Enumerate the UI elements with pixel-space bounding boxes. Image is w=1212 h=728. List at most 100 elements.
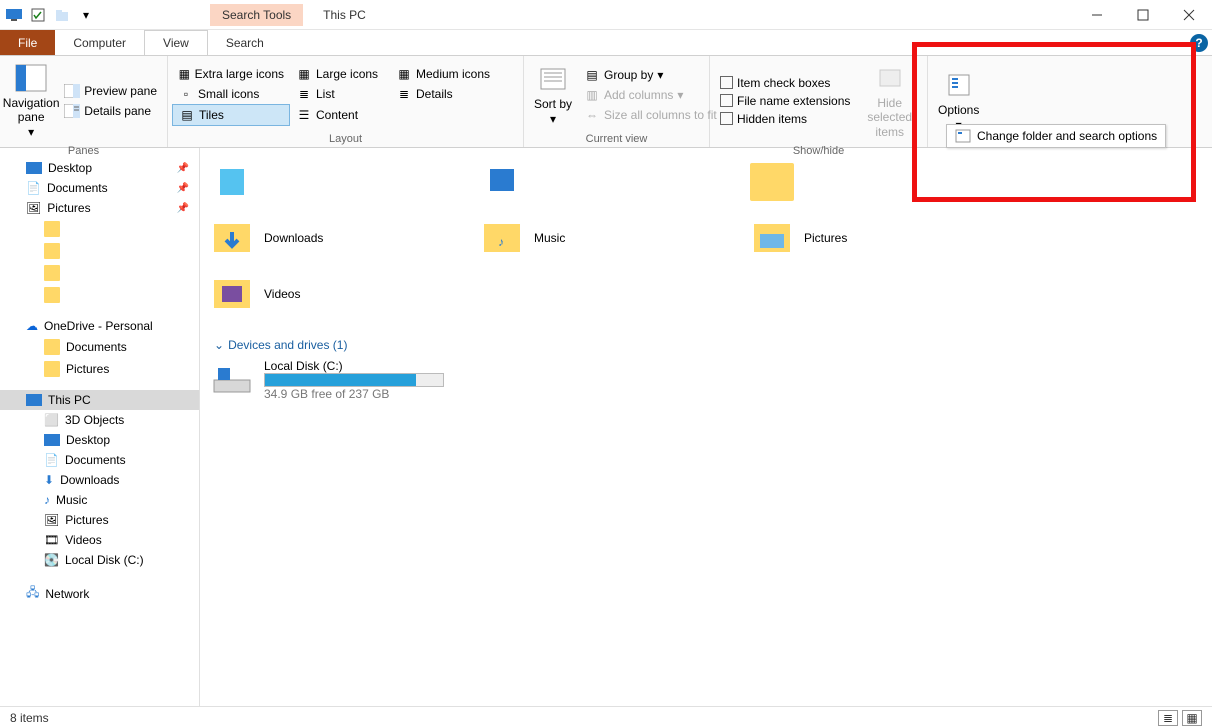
size-columns-button[interactable]: ⇔Size all columns to fit bbox=[578, 105, 723, 125]
tab-file[interactable]: File bbox=[0, 30, 55, 55]
layout-small[interactable]: ▫Small icons bbox=[172, 84, 290, 104]
quick-access-toolbar: ▾ bbox=[0, 5, 100, 25]
layout-tiles[interactable]: ▤Tiles bbox=[172, 104, 290, 126]
tree-pc-music[interactable]: ♪Music bbox=[0, 490, 199, 510]
desktop-icon bbox=[44, 434, 60, 446]
tile-music[interactable]: ♪Music bbox=[480, 216, 710, 260]
onedrive-icon: ☁ bbox=[26, 319, 38, 333]
folders-row-partial bbox=[210, 154, 1202, 210]
maximize-button[interactable] bbox=[1120, 0, 1166, 30]
qat-properties-icon[interactable] bbox=[28, 5, 48, 25]
tree-desktop[interactable]: Desktop📌 bbox=[0, 158, 199, 178]
group-show-hide: Item check boxes File name extensions Hi… bbox=[710, 56, 928, 147]
navigation-tree[interactable]: Desktop📌 📄Documents📌 🖼Pictures📌 ☁OneDriv… bbox=[0, 148, 200, 706]
pin-icon: 📌 bbox=[177, 203, 189, 214]
item-checkboxes-toggle[interactable]: Item check boxes bbox=[714, 74, 856, 92]
tile-local-disk[interactable]: Local Disk (C:) 34.9 GB free of 237 GB bbox=[210, 358, 510, 402]
folder-icon bbox=[44, 361, 60, 377]
tree-onedrive[interactable]: ☁OneDrive - Personal bbox=[0, 316, 199, 336]
tab-view[interactable]: View bbox=[144, 30, 208, 55]
tree-this-pc[interactable]: This PC bbox=[0, 390, 199, 410]
qat-new-folder-icon[interactable] bbox=[52, 5, 72, 25]
tree-item[interactable] bbox=[0, 284, 199, 306]
view-details-toggle[interactable]: ≣ bbox=[1158, 710, 1178, 726]
tab-search[interactable]: Search bbox=[208, 30, 282, 55]
tree-item[interactable] bbox=[0, 218, 199, 240]
tree-network[interactable]: 🖧Network bbox=[0, 580, 199, 607]
help-icon[interactable]: ? bbox=[1190, 34, 1208, 52]
tree-pc-videos[interactable]: 🎞Videos bbox=[0, 530, 199, 550]
titlebar: ▾ Search Tools This PC bbox=[0, 0, 1212, 30]
minimize-button[interactable] bbox=[1074, 0, 1120, 30]
close-button[interactable] bbox=[1166, 0, 1212, 30]
layout-details[interactable]: ≣Details bbox=[390, 84, 508, 104]
tree-local-disk[interactable]: 💽Local Disk (C:) bbox=[0, 550, 199, 570]
tree-item[interactable] bbox=[0, 262, 199, 284]
pc-icon bbox=[26, 394, 42, 406]
documents-icon: 📄 bbox=[44, 453, 59, 467]
change-folder-options-label: Change folder and search options bbox=[977, 129, 1157, 143]
network-icon: 🖧 bbox=[26, 583, 39, 604]
local-disk-label: Local Disk (C:) bbox=[264, 359, 444, 373]
tile-cut[interactable] bbox=[480, 160, 710, 204]
hidden-items-toggle[interactable]: Hidden items bbox=[714, 110, 856, 128]
status-item-count: 8 items bbox=[10, 711, 49, 725]
layout-medium[interactable]: ▦Medium icons bbox=[390, 64, 508, 84]
tree-documents[interactable]: 📄Documents📌 bbox=[0, 178, 199, 198]
tile-videos[interactable]: Videos bbox=[210, 272, 440, 316]
tree-item[interactable] bbox=[0, 240, 199, 262]
details-pane-button[interactable]: Details pane bbox=[58, 101, 163, 121]
add-columns-button[interactable]: ▥Add columns ▾ bbox=[578, 85, 723, 105]
devices-header[interactable]: ⌄Devices and drives (1) bbox=[214, 338, 1202, 352]
tree-pc-downloads[interactable]: ⬇Downloads bbox=[0, 470, 199, 490]
folder-icon bbox=[44, 287, 60, 303]
pictures-icon: 🖼 bbox=[44, 513, 59, 527]
navigation-pane-label: Navigation pane bbox=[3, 96, 60, 125]
layout-list[interactable]: ≣List bbox=[290, 84, 390, 104]
layout-content[interactable]: ☰Content bbox=[290, 104, 390, 126]
tree-onedrive-documents[interactable]: Documents bbox=[0, 336, 199, 358]
view-tiles-toggle[interactable]: ▦ bbox=[1182, 710, 1202, 726]
tree-pc-pictures[interactable]: 🖼Pictures bbox=[0, 510, 199, 530]
svg-text:♪: ♪ bbox=[498, 235, 504, 249]
qat-dropdown-icon[interactable]: ▾ bbox=[76, 5, 96, 25]
sort-by-button[interactable]: Sort by▾ bbox=[528, 58, 578, 131]
documents-icon: 📄 bbox=[26, 181, 41, 195]
tree-pc-documents[interactable]: 📄Documents bbox=[0, 450, 199, 470]
content-pane[interactable]: Downloads ♪Music Pictures Videos ⌄Device… bbox=[200, 148, 1212, 706]
chevron-down-icon: ▾ bbox=[28, 125, 34, 139]
file-extensions-toggle[interactable]: File name extensions bbox=[714, 92, 856, 110]
layout-extra-large[interactable]: ▦Extra large icons bbox=[172, 64, 290, 84]
group-by-button[interactable]: ▤Group by ▾ bbox=[578, 65, 723, 85]
preview-pane-button[interactable]: Preview pane bbox=[58, 81, 163, 101]
checkbox-icon bbox=[720, 94, 733, 107]
tree-onedrive-pictures[interactable]: Pictures bbox=[0, 358, 199, 380]
tile-downloads[interactable]: Downloads bbox=[210, 216, 440, 260]
search-tools-tab[interactable]: Search Tools bbox=[210, 4, 303, 26]
tree-3d-objects[interactable]: ⬜3D Objects bbox=[0, 410, 199, 430]
pin-icon: 📌 bbox=[177, 183, 189, 194]
tree-pictures[interactable]: 🖼Pictures📌 bbox=[0, 198, 199, 218]
tree-pc-desktop[interactable]: Desktop bbox=[0, 430, 199, 450]
options-dropdown-item[interactable]: Change folder and search options bbox=[946, 124, 1166, 148]
chevron-down-icon: ▾ bbox=[550, 112, 556, 126]
app-icon bbox=[4, 5, 24, 25]
tab-computer[interactable]: Computer bbox=[55, 30, 144, 55]
tile-cut[interactable] bbox=[210, 160, 440, 204]
disk-free-text: 34.9 GB free of 237 GB bbox=[264, 387, 444, 401]
hide-selected-button[interactable]: Hide selected items bbox=[856, 58, 923, 143]
download-icon: ⬇ bbox=[44, 473, 54, 487]
desktop-icon bbox=[26, 162, 42, 174]
tile-pictures[interactable]: Pictures bbox=[750, 216, 980, 260]
status-bar: 8 items ≣ ▦ bbox=[0, 706, 1212, 728]
tile-cut[interactable] bbox=[750, 160, 980, 204]
disk-icon: 💽 bbox=[44, 553, 59, 567]
checkbox-icon bbox=[720, 112, 733, 125]
layout-large[interactable]: ▦Large icons bbox=[290, 64, 390, 84]
group-panes: Navigation pane ▾ Preview pane Details p… bbox=[0, 56, 168, 147]
navigation-pane-button[interactable]: Navigation pane ▾ bbox=[4, 58, 58, 143]
window-controls bbox=[1074, 0, 1212, 30]
group-current-view-label: Current view bbox=[528, 131, 705, 147]
pictures-icon: 🖼 bbox=[26, 201, 41, 215]
options-icon bbox=[955, 129, 971, 143]
